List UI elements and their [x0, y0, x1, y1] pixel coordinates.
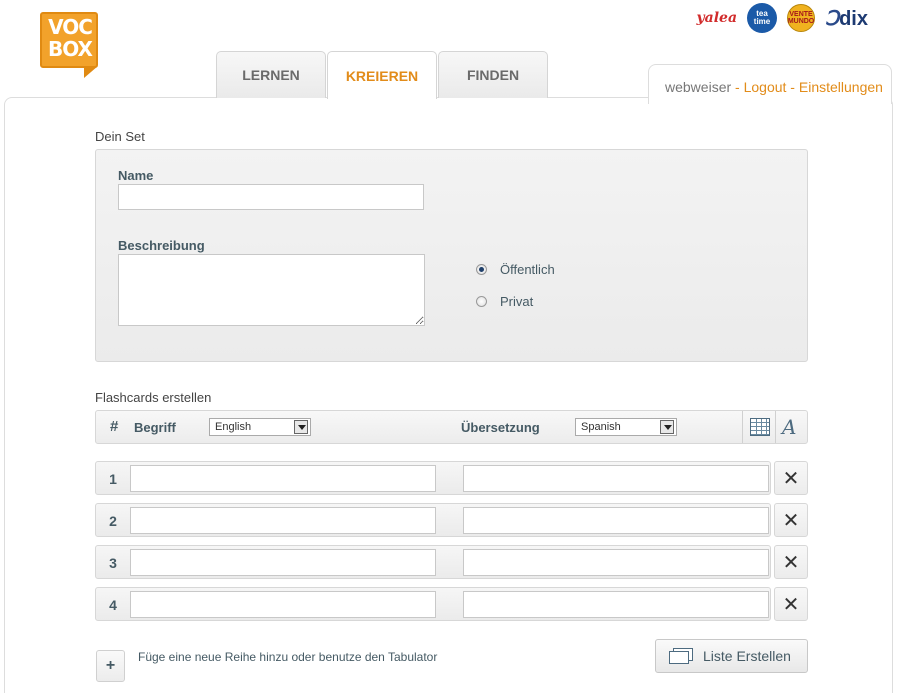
flashcard-row-body: 2: [95, 503, 771, 537]
translation-input[interactable]: [463, 465, 769, 492]
row-number: 3: [109, 555, 117, 571]
add-row-hint: Füge eine neue Reihe hinzu oder benutze …: [138, 650, 438, 664]
translation-language-value: Spanish: [581, 421, 621, 433]
cards-icon: [669, 648, 693, 664]
radio-public[interactable]: [476, 264, 487, 275]
separator: -: [731, 79, 744, 95]
chevron-down-icon: [294, 420, 308, 434]
logo-speech-tail: [84, 66, 98, 78]
row-number: 2: [109, 513, 117, 529]
close-icon: ✕: [782, 593, 800, 616]
logo-text: VOC BOX: [44, 16, 96, 60]
delete-row-button[interactable]: ✕: [774, 461, 808, 495]
radio-public-row[interactable]: Öffentlich: [476, 262, 555, 277]
flashcard-row: 1 ✕: [95, 461, 808, 495]
flashcards-header: # Begriff English Übersetzung Spanish A: [95, 410, 808, 444]
vocbox-logo[interactable]: VOC BOX: [40, 12, 102, 78]
term-input[interactable]: [130, 591, 436, 618]
flashcard-row: 4 ✕: [95, 587, 808, 621]
settings-link[interactable]: Einstellungen: [799, 79, 883, 95]
delete-row-button[interactable]: ✕: [774, 587, 808, 621]
translation-column-header: Übersetzung: [461, 420, 540, 435]
create-list-label: Liste Erstellen: [703, 648, 791, 664]
separator: -: [786, 79, 799, 95]
logo-text-line1: VOC: [48, 15, 93, 39]
logo-text-line2: BOX: [48, 37, 93, 61]
username: webweiser: [665, 79, 732, 95]
flashcard-row: 2 ✕: [95, 503, 808, 537]
translation-language-select[interactable]: Spanish: [575, 418, 677, 436]
set-section-title: Dein Set: [95, 129, 145, 144]
flashcard-row-body: 4: [95, 587, 771, 621]
header-divider: [742, 411, 743, 443]
name-input[interactable]: [118, 184, 424, 210]
flashcard-row-body: 3: [95, 545, 771, 579]
partner-dix-logo[interactable]: Ↄdix: [825, 6, 868, 31]
flashcard-row: 3 ✕: [95, 545, 808, 579]
flashcards-section-title: Flashcards erstellen: [95, 390, 212, 405]
translation-input[interactable]: [463, 507, 769, 534]
set-form: Name Beschreibung Öffentlich Privat: [95, 149, 808, 362]
name-label: Name: [118, 168, 154, 183]
plus-icon: +: [105, 657, 116, 674]
partner-yalea-logo[interactable]: yalea: [697, 10, 738, 26]
logout-link[interactable]: Logout: [744, 79, 787, 95]
term-column-header: Begriff: [134, 420, 176, 435]
main-tabs: LERNEN KREIEREN FINDEN: [216, 51, 549, 99]
description-textarea[interactable]: [118, 254, 425, 326]
translation-input[interactable]: [463, 549, 769, 576]
partner-teatime-logo[interactable]: tea time: [747, 3, 778, 33]
term-input[interactable]: [130, 507, 436, 534]
chevron-down-icon: [660, 420, 674, 434]
term-input[interactable]: [130, 549, 436, 576]
close-icon: ✕: [782, 467, 800, 490]
partner-logos: yalea tea time VENTE MUNDO Ↄdix: [697, 3, 868, 33]
delete-row-button[interactable]: ✕: [774, 503, 808, 537]
add-row-button[interactable]: +: [96, 650, 125, 682]
row-number: 1: [109, 471, 117, 487]
font-icon[interactable]: A: [782, 415, 796, 439]
translation-input[interactable]: [463, 591, 769, 618]
partner-dix-text: dix: [839, 7, 868, 30]
number-column-header: #: [110, 418, 119, 435]
term-language-value: English: [215, 421, 252, 433]
term-language-select[interactable]: English: [209, 418, 311, 436]
radio-private-label: Privat: [500, 294, 534, 309]
delete-row-button[interactable]: ✕: [774, 545, 808, 579]
partner-vente-logo[interactable]: VENTE MUNDO: [787, 4, 816, 32]
table-icon[interactable]: [750, 418, 770, 436]
row-number: 4: [109, 597, 117, 613]
close-icon: ✕: [782, 551, 800, 574]
user-panel: webweiser - Logout - Einstellungen: [648, 64, 892, 104]
radio-private-row[interactable]: Privat: [476, 294, 533, 309]
tab-kreieren[interactable]: KREIEREN: [327, 51, 437, 99]
create-list-button[interactable]: Liste Erstellen: [655, 639, 808, 673]
flashcard-row-body: 1: [95, 461, 771, 495]
tab-lernen[interactable]: LERNEN: [216, 51, 326, 98]
term-input[interactable]: [130, 465, 436, 492]
radio-public-label: Öffentlich: [500, 262, 555, 277]
header-divider: [775, 411, 776, 443]
tab-finden[interactable]: FINDEN: [438, 51, 548, 98]
description-label: Beschreibung: [118, 238, 205, 253]
radio-private[interactable]: [476, 296, 487, 307]
close-icon: ✕: [782, 509, 800, 532]
